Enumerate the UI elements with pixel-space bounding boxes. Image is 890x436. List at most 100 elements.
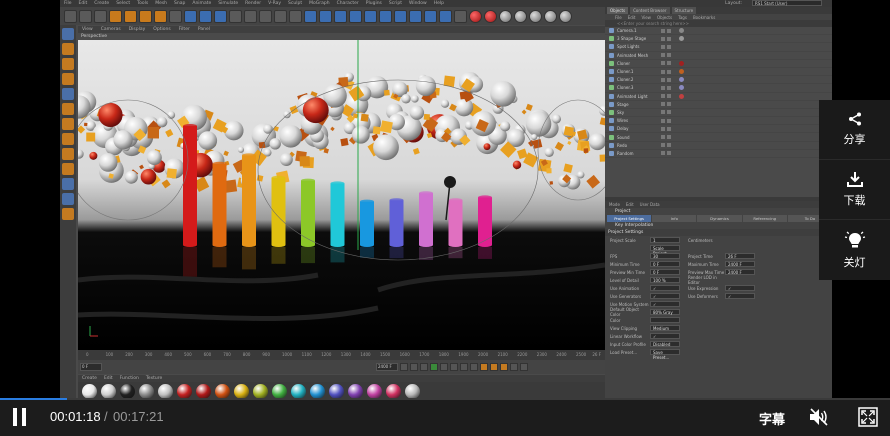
menu-item[interactable]: MoGraph: [309, 1, 329, 6]
playback-button[interactable]: [450, 363, 458, 371]
playback-button[interactable]: [460, 363, 468, 371]
playback-button[interactable]: [410, 363, 418, 371]
playback-button[interactable]: [430, 363, 438, 371]
visibility-toggle[interactable]: [661, 69, 665, 74]
material-swatch[interactable]: [405, 383, 420, 399]
subtitle-button[interactable]: 字幕: [759, 409, 785, 428]
toolbar-button[interactable]: [454, 9, 467, 23]
playback-button[interactable]: [510, 363, 518, 371]
attribute-value[interactable]: ✓: [650, 333, 680, 339]
playback-button[interactable]: [480, 363, 488, 371]
object-row[interactable]: Animated Mesh: [605, 52, 832, 60]
render-toggle[interactable]: [667, 36, 671, 41]
attribute-value[interactable]: 26 F: [725, 253, 755, 259]
attribute-menu-item[interactable]: Mode: [609, 202, 620, 207]
left-tool-button[interactable]: [62, 43, 74, 55]
material-swatch[interactable]: [272, 383, 287, 399]
object-row[interactable]: Cloner.2: [605, 76, 832, 85]
render-toggle[interactable]: [667, 85, 671, 90]
menu-item[interactable]: Character: [337, 1, 359, 6]
material-swatch[interactable]: [101, 383, 116, 399]
menu-item[interactable]: Window: [409, 1, 427, 6]
material-swatch[interactable]: [253, 383, 268, 399]
material-swatch[interactable]: [196, 383, 211, 399]
object-tag[interactable]: [679, 85, 684, 91]
visibility-toggle[interactable]: [661, 126, 665, 131]
playback-button[interactable]: [420, 363, 428, 371]
object-row[interactable]: Stage: [605, 101, 832, 109]
material-menu-item[interactable]: Function: [120, 376, 139, 381]
left-tool-button[interactable]: [62, 73, 74, 85]
menu-item[interactable]: Render: [245, 1, 261, 6]
toolbar-button[interactable]: [184, 9, 197, 23]
toolbar-button[interactable]: [259, 9, 272, 23]
viewport-menu-item[interactable]: Filter: [179, 27, 190, 32]
object-menu-item[interactable]: File: [615, 15, 622, 20]
material-swatch[interactable]: [158, 383, 173, 399]
attribute-value[interactable]: Save Preset...: [650, 349, 680, 360]
toolbar-button[interactable]: [229, 9, 242, 23]
object-row[interactable]: Sky: [605, 109, 832, 118]
toolbar-button[interactable]: [409, 9, 422, 23]
object-tag[interactable]: [679, 93, 684, 99]
attribute-value[interactable]: 30: [650, 253, 680, 259]
object-menu-item[interactable]: Objects: [657, 15, 672, 20]
visibility-toggle[interactable]: [661, 44, 665, 49]
toolbar-button[interactable]: [469, 9, 482, 23]
menu-item[interactable]: File: [64, 1, 72, 6]
left-tool-button[interactable]: [62, 88, 74, 100]
render-toggle[interactable]: [667, 102, 671, 107]
menu-item[interactable]: Tools: [137, 1, 148, 6]
object-tag[interactable]: [679, 28, 684, 34]
render-toggle[interactable]: [667, 135, 671, 140]
panel-tab[interactable]: Structure: [671, 7, 697, 14]
attribute-value[interactable]: Scale Project...: [650, 245, 680, 256]
object-row[interactable]: Cloner.3: [605, 84, 832, 93]
attribute-value[interactable]: [650, 317, 680, 323]
timeline-ruler[interactable]: 26 F 0 100 200 300 400 500 600 700 800 900 1000 110…: [78, 350, 605, 360]
attribute-tab[interactable]: Project Settings: [607, 215, 652, 222]
download-button[interactable]: 下载: [819, 160, 890, 220]
visibility-toggle[interactable]: [661, 53, 665, 58]
toolbar-button[interactable]: [169, 9, 182, 23]
attribute-value[interactable]: ✓: [725, 285, 755, 291]
attribute-value[interactable]: ✓: [650, 285, 680, 291]
material-swatch[interactable]: [139, 383, 154, 399]
playback-button[interactable]: [490, 363, 498, 371]
toolbar-button[interactable]: [334, 9, 347, 23]
object-row[interactable]: 3 Shape Stage: [605, 35, 832, 44]
object-row[interactable]: Animated Light: [605, 93, 832, 101]
left-tool-button[interactable]: [62, 103, 74, 115]
toolbar-button[interactable]: [139, 9, 152, 23]
material-menu-item[interactable]: Texture: [146, 376, 162, 381]
object-menu-item[interactable]: Tags: [678, 15, 687, 20]
panel-tab[interactable]: Objects: [607, 7, 629, 14]
render-toggle[interactable]: [667, 53, 671, 58]
panel-tab[interactable]: Content Browser: [630, 7, 670, 14]
menu-item[interactable]: Edit: [79, 1, 88, 6]
toolbar-button[interactable]: [364, 9, 377, 23]
object-row[interactable]: Wires: [605, 117, 832, 126]
attribute-value[interactable]: 100 %: [650, 277, 680, 283]
render-toggle[interactable]: [667, 69, 671, 74]
render-toggle[interactable]: [667, 110, 671, 115]
toolbar-button[interactable]: [559, 9, 572, 23]
toolbar-button[interactable]: [199, 9, 212, 23]
lights-off-button[interactable]: 关灯: [819, 220, 890, 280]
share-button[interactable]: 分享: [819, 100, 890, 160]
left-tool-button[interactable]: [62, 118, 74, 130]
attribute-value[interactable]: ✓: [650, 293, 680, 299]
render-toggle[interactable]: [667, 61, 671, 66]
render-toggle[interactable]: [667, 44, 671, 49]
attribute-tab[interactable]: Dynamics: [697, 215, 742, 222]
attribute-value[interactable]: Disabled: [650, 341, 680, 347]
attribute-value[interactable]: 2400 F: [725, 261, 755, 267]
visibility-toggle[interactable]: [661, 85, 665, 90]
object-menu-item[interactable]: Bookmarks: [693, 15, 715, 20]
toolbar-button[interactable]: [529, 9, 542, 23]
object-menu-item[interactable]: Edit: [628, 15, 636, 20]
attribute-value[interactable]: 0 F: [650, 269, 680, 275]
toolbar-button[interactable]: [274, 9, 287, 23]
visibility-toggle[interactable]: [661, 102, 665, 107]
left-tool-button[interactable]: [62, 193, 74, 205]
